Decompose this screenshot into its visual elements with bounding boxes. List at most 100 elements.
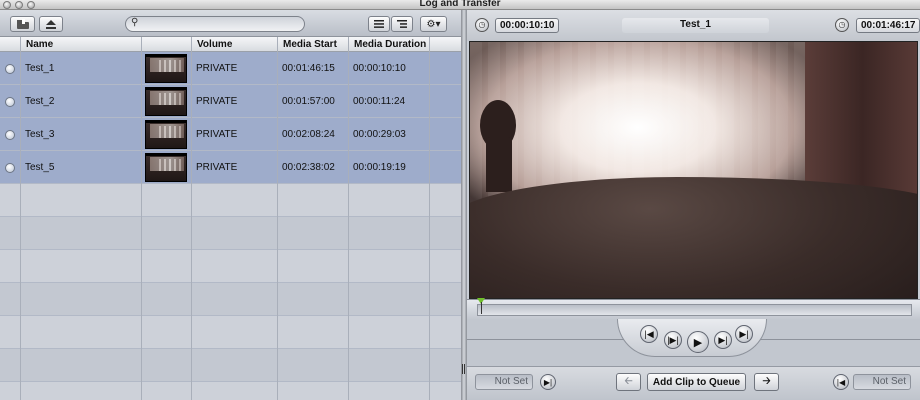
row-status-indicator[interactable] bbox=[5, 130, 15, 140]
gear-icon: ⚙▾ bbox=[426, 18, 441, 30]
clip-thumbnail bbox=[145, 54, 187, 83]
column-divider bbox=[277, 37, 278, 400]
clip-media-start: 00:01:57:00 bbox=[282, 96, 335, 107]
clip-media-start: 00:02:08:24 bbox=[282, 129, 335, 140]
action-menu-button[interactable]: ⚙▾ bbox=[420, 16, 447, 32]
duration-icon: ◷ bbox=[475, 18, 489, 32]
play-in-out-icon: |▶| bbox=[667, 334, 679, 345]
mark-out-button[interactable]: |◀ bbox=[833, 374, 849, 390]
out-point-field[interactable]: Not Set bbox=[853, 374, 911, 390]
clip-name: Test_2 bbox=[25, 96, 55, 107]
empty-row bbox=[0, 217, 461, 250]
empty-row bbox=[0, 250, 461, 283]
column-header-thumbnail[interactable] bbox=[141, 37, 191, 52]
previous-clip-button[interactable]: 🡠 bbox=[616, 373, 641, 391]
clip-volume: PRIVATE bbox=[196, 129, 238, 140]
play-in-to-out-button[interactable]: |▶| bbox=[664, 331, 682, 349]
column-header-status[interactable] bbox=[0, 37, 20, 52]
column-divider bbox=[191, 37, 192, 400]
next-clip-button[interactable]: 🡢 bbox=[754, 373, 779, 391]
table-row[interactable]: Test_1 PRIVATE 00:01:46:15 00:00:10:10 bbox=[0, 52, 461, 85]
scrubber-bar[interactable] bbox=[467, 298, 920, 319]
arrow-right-icon: 🡢 bbox=[762, 375, 771, 387]
splitter-grip-icon[interactable] bbox=[462, 364, 466, 374]
preview-bedpost-body bbox=[486, 137, 512, 192]
table-row[interactable]: Test_2 PRIVATE 00:01:57:00 00:00:11:24 bbox=[0, 85, 461, 118]
mark-out-icon: |◀ bbox=[836, 377, 846, 387]
mark-in-icon: ▶| bbox=[543, 377, 553, 387]
row-status-indicator[interactable] bbox=[5, 97, 15, 107]
empty-row bbox=[0, 382, 461, 400]
in-point-field[interactable]: Not Set bbox=[475, 374, 533, 390]
empty-row bbox=[0, 316, 461, 349]
column-header-media-duration[interactable]: Media Duration bbox=[348, 37, 429, 52]
clip-volume: PRIVATE bbox=[196, 162, 238, 173]
video-preview[interactable] bbox=[469, 41, 918, 299]
current-time-icon: ◷ bbox=[835, 18, 849, 32]
clip-media-duration: 00:00:11:24 bbox=[353, 96, 406, 107]
current-timecode[interactable]: 00:01:46:17 bbox=[856, 18, 920, 33]
play-icon: ▶ bbox=[693, 336, 703, 349]
play-button[interactable]: ▶ bbox=[687, 331, 709, 353]
outline-view-button[interactable] bbox=[391, 16, 413, 32]
play-around-button[interactable]: ▶| bbox=[714, 331, 732, 349]
browser-toolbar: ⚲ ⚙▾ bbox=[0, 10, 461, 37]
row-status-indicator[interactable] bbox=[5, 163, 15, 173]
row-status-indicator[interactable] bbox=[5, 64, 15, 74]
column-divider bbox=[348, 37, 349, 400]
column-divider bbox=[20, 37, 21, 400]
clip-media-duration: 00:00:19:19 bbox=[353, 162, 406, 173]
clip-table: Test_1 PRIVATE 00:01:46:15 00:00:10:10 T… bbox=[0, 52, 461, 400]
go-to-in-icon: |◀ bbox=[644, 328, 654, 339]
title-bar: Log and Transfer bbox=[0, 0, 920, 10]
column-header-volume[interactable]: Volume bbox=[191, 37, 277, 52]
search-icon: ⚲ bbox=[131, 17, 139, 28]
clip-media-duration: 00:00:10:10 bbox=[353, 63, 406, 74]
empty-row bbox=[0, 349, 461, 382]
go-to-in-button[interactable]: |◀ bbox=[640, 325, 658, 343]
clip-media-start: 00:01:46:15 bbox=[282, 63, 335, 74]
play-around-icon: ▶| bbox=[718, 334, 728, 345]
column-divider bbox=[429, 37, 430, 400]
clip-name: Test_1 bbox=[25, 63, 55, 74]
eject-button[interactable] bbox=[39, 16, 63, 32]
clip-table-header: Name Volume Media Start Media Duration bbox=[0, 37, 461, 52]
empty-row bbox=[0, 283, 461, 316]
search-field[interactable]: ⚲ bbox=[125, 16, 305, 32]
folder-import-icon bbox=[16, 18, 29, 29]
mark-in-button[interactable]: ▶| bbox=[540, 374, 556, 390]
list-view-icon bbox=[374, 20, 384, 28]
scrubber-track[interactable] bbox=[477, 304, 912, 316]
viewer-clip-name: Test_1 bbox=[622, 18, 769, 33]
playhead-line bbox=[481, 302, 482, 314]
clip-name: Test_3 bbox=[25, 129, 55, 140]
empty-row bbox=[0, 184, 461, 217]
column-header-media-start[interactable]: Media Start bbox=[277, 37, 348, 52]
outline-view-icon bbox=[397, 20, 407, 28]
bottom-bar: Not Set ▶| 🡠 Add Clip to Queue 🡢 |◀ Not … bbox=[467, 366, 920, 400]
clip-thumbnail bbox=[145, 87, 187, 116]
add-clip-to-queue-button[interactable]: Add Clip to Queue bbox=[647, 373, 746, 391]
table-row[interactable]: Test_3 PRIVATE 00:02:08:24 00:00:29:03 bbox=[0, 118, 461, 151]
clip-media-duration: 00:00:29:03 bbox=[353, 129, 406, 140]
duration-timecode[interactable]: 00:00:10:10 bbox=[495, 18, 560, 33]
window-title: Log and Transfer bbox=[419, 0, 501, 9]
column-header-name[interactable]: Name bbox=[20, 37, 141, 52]
column-divider bbox=[141, 37, 142, 400]
clip-volume: PRIVATE bbox=[196, 63, 238, 74]
table-row[interactable]: Test_5 PRIVATE 00:02:38:02 00:00:19:19 bbox=[0, 151, 461, 184]
column-header-extra bbox=[429, 37, 461, 52]
arrow-left-icon: 🡠 bbox=[624, 375, 633, 387]
go-to-out-button[interactable]: ▶| bbox=[735, 325, 753, 343]
clip-volume: PRIVATE bbox=[196, 96, 238, 107]
eject-icon bbox=[46, 19, 56, 29]
viewer-header: ◷ 00:00:10:10 Test_1 ◷ 00:01:46:17 bbox=[467, 10, 920, 41]
list-view-button[interactable] bbox=[368, 16, 390, 32]
preview-bed bbox=[470, 177, 917, 298]
clip-thumbnail bbox=[145, 153, 187, 182]
import-folder-button[interactable] bbox=[10, 16, 35, 32]
clip-thumbnail bbox=[145, 120, 187, 149]
clip-media-start: 00:02:38:02 bbox=[282, 162, 335, 173]
clip-name: Test_5 bbox=[25, 162, 55, 173]
go-to-out-icon: ▶| bbox=[739, 328, 749, 339]
